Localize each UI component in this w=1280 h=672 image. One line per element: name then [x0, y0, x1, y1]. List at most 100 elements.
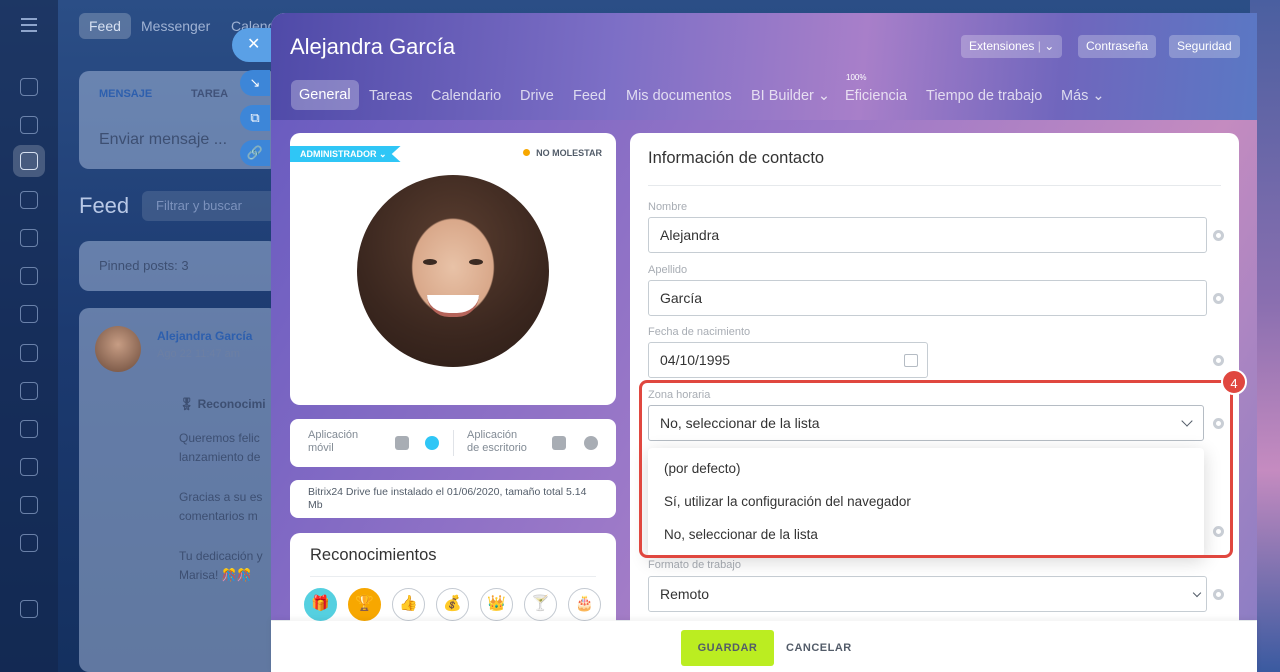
- chat-icon[interactable]: [20, 116, 38, 134]
- tab-calendar[interactable]: Calendario: [431, 84, 501, 108]
- desktop-app-label-line: Aplicación: [467, 429, 518, 441]
- birthdate-value: 04/10/1995: [660, 352, 731, 368]
- tab-feed[interactable]: Feed: [573, 84, 606, 108]
- cancel-button[interactable]: CANCELAR: [786, 630, 852, 666]
- users-icon[interactable]: [20, 420, 38, 438]
- gift-badge-icon[interactable]: 🎁: [304, 588, 337, 621]
- post-author[interactable]: Alejandra García: [157, 329, 252, 343]
- divider: [648, 185, 1221, 186]
- birthdate-label: Fecha de nacimiento: [648, 326, 751, 338]
- feed-filter-input[interactable]: Filtrar y buscar: [142, 191, 282, 221]
- open-new-window-icon[interactable]: ⧉: [240, 105, 270, 131]
- pinned-posts[interactable]: Pinned posts: 3: [79, 241, 279, 291]
- avatar-eye: [469, 259, 483, 265]
- desktop-app-label[interactable]: Aplicación de escritorio: [467, 429, 527, 455]
- cocktail-badge-icon[interactable]: 🍸: [524, 588, 557, 621]
- mobile-app-label-line: Aplicación: [308, 429, 359, 441]
- first-name-field[interactable]: Alejandra: [648, 217, 1207, 253]
- work-format-value: Remoto: [660, 586, 710, 602]
- settings-icon[interactable]: [20, 600, 38, 618]
- recognitions-title: Reconocimientos: [310, 546, 437, 564]
- apple-icon[interactable]: [584, 436, 598, 450]
- post-avatar[interactable]: [95, 326, 141, 372]
- funnel-icon[interactable]: [20, 496, 38, 514]
- card-icon[interactable]: [20, 344, 38, 362]
- tab-drive[interactable]: Drive: [520, 84, 554, 108]
- tab-my-documents[interactable]: Mis documentos: [626, 84, 732, 108]
- hexagon-icon[interactable]: [20, 191, 38, 209]
- avatar-eye: [423, 259, 437, 265]
- contact-title: Información de contacto: [648, 149, 825, 167]
- copy-link-icon[interactable]: 🔗: [240, 140, 270, 166]
- first-name-label: Nombre: [648, 201, 688, 213]
- android-icon[interactable]: [395, 436, 409, 450]
- desktop-app-label-line: de escritorio: [467, 442, 527, 454]
- gear-icon[interactable]: [1213, 230, 1224, 241]
- status-badge[interactable]: NO MOLESTAR: [523, 148, 602, 158]
- gear-icon[interactable]: [1213, 589, 1224, 600]
- feed-icon[interactable]: [20, 152, 38, 170]
- left-rail: [0, 0, 58, 672]
- annotation-highlight: [639, 380, 1233, 558]
- last-name-label: Apellido: [648, 264, 688, 276]
- crown-badge-icon[interactable]: 👑: [480, 588, 513, 621]
- last-name-field[interactable]: García: [648, 280, 1207, 316]
- minimize-icon[interactable]: ↘: [240, 70, 270, 96]
- divider: [453, 430, 454, 456]
- mail-icon[interactable]: [20, 382, 38, 400]
- document-icon[interactable]: [20, 267, 38, 285]
- work-format-select[interactable]: Remoto: [648, 576, 1207, 612]
- close-slider-button[interactable]: ✕: [232, 28, 274, 62]
- composer-tab-task[interactable]: TAREA: [191, 88, 228, 100]
- slider-footer: GUARDAR CANCELAR: [271, 621, 1257, 672]
- tab-worktime[interactable]: Tiempo de trabajo: [926, 84, 1042, 108]
- post-date: Ago 22 11:47 am: [157, 348, 240, 360]
- basket-icon[interactable]: [20, 534, 38, 552]
- tab-tasks[interactable]: Tareas: [369, 84, 413, 108]
- thumbs-up-badge-icon[interactable]: 👍: [392, 588, 425, 621]
- extensions-button[interactable]: Extensiones | ⌄: [961, 35, 1063, 58]
- sphere-icon[interactable]: [20, 78, 38, 96]
- extensions-divider: |: [1037, 39, 1041, 53]
- tab-more[interactable]: Más ⌄: [1061, 84, 1105, 108]
- security-button[interactable]: Seguridad: [1169, 35, 1240, 58]
- extensions-label: Extensiones: [969, 39, 1035, 53]
- efficiency-percent: 100%: [846, 73, 867, 82]
- profile-slider: Alejandra García Extensiones | ⌄ Contras…: [271, 13, 1257, 672]
- menu-icon[interactable]: [21, 18, 37, 36]
- bg-tab-feed[interactable]: Feed: [79, 13, 131, 39]
- password-button[interactable]: Contraseña: [1078, 35, 1157, 58]
- mobile-app-label[interactable]: Aplicación móvil: [308, 429, 358, 455]
- feed-post: Alejandra García Ago 22 11:47 am 🎖 Recon…: [79, 308, 279, 672]
- tab-general[interactable]: General: [291, 80, 359, 110]
- mobile-app-label-line: móvil: [308, 442, 334, 454]
- status-dot-icon: [523, 149, 531, 156]
- money-bag-badge-icon[interactable]: 💰: [436, 588, 469, 621]
- trophy-badge-icon[interactable]: 🏆: [348, 588, 381, 621]
- birthdate-field[interactable]: 04/10/1995: [648, 342, 928, 378]
- composer-tab-message[interactable]: MENSAJE: [99, 88, 152, 100]
- gear-icon[interactable]: [1213, 355, 1224, 366]
- avatar[interactable]: [357, 175, 549, 367]
- recognitions-card: Reconocimientos 🎁 🏆 👍 💰 👑 🍸 🎂 1 2: [290, 533, 616, 633]
- checkbox-icon[interactable]: [20, 458, 38, 476]
- tab-bi-builder[interactable]: BI Builder ⌄: [751, 84, 830, 108]
- role-badge[interactable]: ADMINISTRADOR ⌄: [290, 146, 401, 162]
- avatar-smile: [427, 295, 479, 317]
- tab-efficiency[interactable]: Eficiencia: [845, 84, 907, 108]
- save-button[interactable]: GUARDAR: [681, 630, 774, 666]
- composer-input[interactable]: Enviar mensaje ...: [99, 131, 227, 149]
- divider: [310, 576, 596, 577]
- calendar-icon[interactable]: [20, 229, 38, 247]
- gear-icon[interactable]: [1213, 293, 1224, 304]
- cake-badge-icon[interactable]: 🎂: [568, 588, 601, 621]
- board-icon[interactable]: [20, 305, 38, 323]
- page-title: Alejandra García: [290, 34, 456, 59]
- calendar-icon[interactable]: [904, 354, 918, 367]
- bg-tab-messenger[interactable]: Messenger: [131, 13, 220, 39]
- feed-title: Feed: [79, 193, 130, 218]
- chevron-down-icon[interactable]: ⌄: [1044, 39, 1054, 53]
- chevron-down-icon[interactable]: [1192, 588, 1202, 598]
- windows-icon[interactable]: [552, 436, 566, 450]
- appstore-icon[interactable]: [425, 436, 439, 450]
